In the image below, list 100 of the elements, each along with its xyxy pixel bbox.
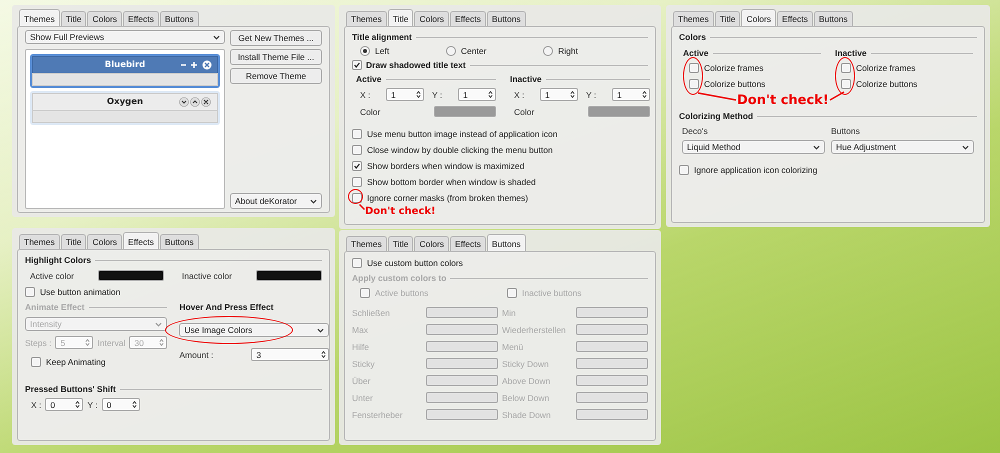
checkbox[interactable] [352, 177, 362, 187]
theme-name: Bluebird [104, 60, 146, 70]
dropdown[interactable]: Liquid Method [682, 140, 825, 154]
dropdown[interactable]: Use Image Colors [179, 323, 330, 337]
tab[interactable]: Buttons [160, 234, 199, 249]
tab[interactable]: Themes [346, 11, 387, 26]
checkbox-label: Show bottom border when window is shaded [367, 177, 536, 187]
tab[interactable]: Effects [777, 11, 813, 26]
checkbox[interactable] [352, 258, 362, 268]
window-buttons-icon [179, 97, 213, 107]
color-button[interactable] [434, 106, 496, 117]
tab[interactable]: Effects [450, 11, 486, 26]
about-dropdown[interactable]: About deKorator [230, 193, 322, 209]
caret-icon [155, 322, 162, 326]
spin-box[interactable]: 0 [45, 398, 84, 411]
tab[interactable]: Buttons [160, 11, 199, 26]
tab[interactable]: Themes [346, 236, 387, 251]
checkbox-label: Colorize frames [704, 63, 764, 73]
checkbox[interactable] [352, 129, 362, 139]
push-button[interactable]: Install Theme File ... [230, 49, 322, 65]
radio-button[interactable] [360, 46, 370, 56]
tab[interactable]: Effects [123, 11, 159, 26]
annotation-text: Don't check! [737, 93, 829, 108]
stepper-arrows-icon [416, 90, 421, 99]
checkbox[interactable] [689, 79, 699, 89]
field-label: Wiederherstellen [502, 324, 567, 334]
tab[interactable]: Title [388, 236, 414, 251]
checkbox-label: Inactive buttons [522, 288, 582, 298]
checkbox-label: Colorize buttons [856, 79, 918, 89]
spin-box[interactable]: 1 [540, 88, 578, 101]
tab[interactable]: Effects [123, 232, 159, 249]
tab[interactable]: Themes [19, 234, 60, 249]
theme-name: Oxygen [106, 97, 144, 107]
group-title: Inactive [510, 74, 542, 84]
checkbox[interactable] [689, 63, 699, 73]
spin-box[interactable]: 3 [251, 348, 330, 361]
field-label: Schließen [352, 308, 391, 318]
stepper-arrows-icon [75, 400, 80, 409]
checkbox[interactable] [25, 287, 35, 297]
field-label: Max [352, 324, 370, 334]
window-buttons-icon [179, 60, 213, 70]
field-label: Y : [87, 400, 98, 410]
push-button[interactable]: Remove Theme [230, 68, 322, 84]
spin-box[interactable]: 1 [386, 88, 424, 101]
field-label: Unter [352, 392, 374, 402]
theme-preview[interactable]: Oxygen [30, 91, 220, 125]
field-label: Shade Down [502, 410, 552, 420]
tab[interactable]: Buttons [814, 11, 853, 26]
tab[interactable]: Title [388, 9, 414, 26]
field-label: Steps : [25, 338, 52, 348]
checkbox[interactable] [352, 193, 362, 203]
radio-button[interactable] [446, 46, 456, 56]
tab[interactable]: Title [60, 234, 86, 249]
field-label: Deco's [682, 126, 709, 136]
tab[interactable]: Themes [673, 11, 714, 26]
color-button[interactable] [588, 106, 650, 117]
tab[interactable]: Buttons [486, 234, 526, 251]
theme-preview[interactable]: Bluebird [30, 54, 220, 88]
checkbox-label: Active buttons [375, 288, 428, 298]
checkbox[interactable] [352, 161, 362, 171]
leader-line [697, 92, 737, 101]
section-title: Colors [679, 32, 706, 42]
tab[interactable]: Themes [19, 9, 60, 26]
tab[interactable]: Title [60, 11, 86, 26]
field-label: Color [514, 106, 534, 116]
checkbox[interactable] [841, 79, 851, 89]
spin-box[interactable]: 1 [612, 88, 650, 101]
checkbox[interactable] [352, 145, 362, 155]
spin-box[interactable]: 0 [102, 398, 140, 411]
dropdown[interactable]: Show Full Previews [25, 30, 225, 44]
dropdown[interactable]: Hue Adjustment [831, 140, 974, 154]
checkbox[interactable] [352, 60, 362, 70]
tab[interactable]: Colors [414, 11, 450, 26]
checkbox[interactable] [679, 165, 689, 175]
leader-line [828, 91, 845, 101]
radio-button[interactable] [543, 46, 554, 56]
tab[interactable]: Colors [414, 236, 450, 251]
checkbox-label: Colorize buttons [704, 79, 766, 89]
checkbox-label: Draw shadowed title text [366, 60, 466, 70]
checkbox[interactable] [841, 63, 851, 73]
section-title: Highlight Colors [25, 255, 92, 265]
tab[interactable]: Title [714, 11, 740, 26]
color-button[interactable] [98, 270, 164, 281]
push-button[interactable]: Get New Themes ... [230, 30, 322, 46]
stepper-arrows-icon [159, 338, 164, 347]
tab[interactable]: Buttons [486, 11, 526, 26]
field-label: Y : [431, 90, 444, 100]
tab[interactable]: Colors [741, 9, 776, 26]
stepper-arrows-icon [488, 90, 493, 99]
checkbox-label: Colorize frames [856, 63, 916, 73]
tab[interactable]: Colors [87, 11, 122, 26]
field-label: Inactive color [182, 270, 232, 280]
caret-icon [962, 144, 969, 150]
tab[interactable]: Effects [450, 236, 486, 251]
tab[interactable]: Colors [87, 234, 122, 249]
checkbox-label: Use button animation [40, 287, 120, 297]
spin-box[interactable]: 1 [458, 88, 496, 101]
radio-label: Left [375, 46, 390, 56]
group-title: Hover And Press Effect [179, 302, 274, 312]
color-button[interactable] [256, 270, 322, 281]
